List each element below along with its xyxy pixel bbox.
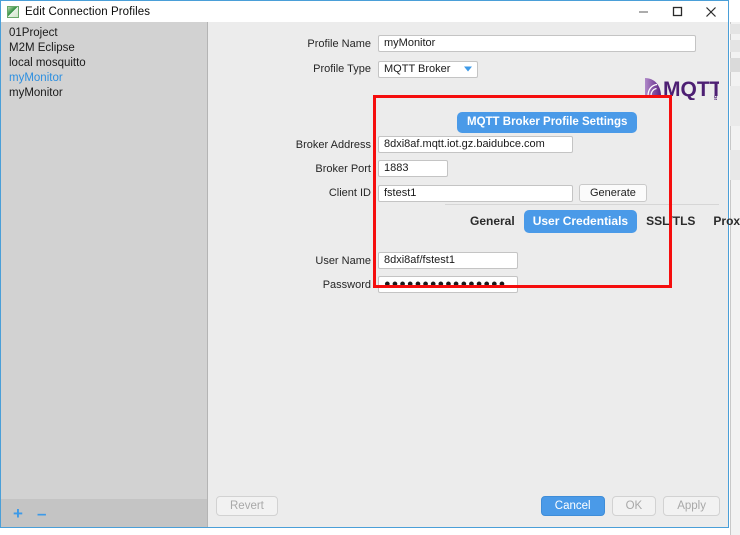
add-profile-button[interactable]: + bbox=[13, 505, 23, 522]
broker-address-row: Broker Address bbox=[208, 136, 728, 153]
close-button[interactable] bbox=[694, 1, 728, 22]
svg-text:org: org bbox=[712, 95, 718, 100]
broker-address-label: Broker Address bbox=[295, 138, 371, 151]
list-item[interactable]: local mosquitto bbox=[1, 56, 207, 71]
revert-button[interactable]: Revert bbox=[216, 496, 278, 516]
apply-button[interactable]: Apply bbox=[663, 496, 720, 516]
cancel-button[interactable]: Cancel bbox=[540, 496, 605, 516]
user-name-input[interactable] bbox=[378, 252, 518, 269]
mqtt-logo: MQTT org bbox=[644, 74, 719, 100]
dialog-footer: Revert Cancel OK Apply bbox=[208, 489, 728, 527]
profile-type-label: Profile Type bbox=[313, 62, 371, 75]
settings-tabs: General User Credentials SSL/TLS Proxy L… bbox=[461, 210, 740, 233]
password-label: Password bbox=[322, 278, 371, 291]
desktop-background: Edit Connection Profiles 01Project M2M E… bbox=[0, 0, 740, 535]
generate-button[interactable]: Generate bbox=[579, 184, 647, 202]
background-window-row bbox=[730, 24, 740, 34]
client-id-input[interactable] bbox=[378, 184, 573, 202]
section-divider bbox=[445, 204, 719, 205]
profile-type-value[interactable] bbox=[378, 61, 478, 78]
edit-connection-profiles-dialog: Edit Connection Profiles 01Project M2M E… bbox=[0, 0, 740, 528]
titlebar: Edit Connection Profiles bbox=[1, 1, 728, 23]
app-icon bbox=[7, 5, 19, 18]
background-window-titlebar bbox=[730, 0, 740, 22]
client-id-label: Client ID bbox=[328, 187, 371, 199]
user-name-label: User Name bbox=[315, 254, 371, 267]
client-id-row: Client ID Generate bbox=[208, 184, 728, 202]
editor-content: Profile Name Profile Type bbox=[208, 22, 740, 489]
profile-list[interactable]: 01Project M2M Eclipse local mosquitto my… bbox=[1, 22, 207, 499]
svg-text:MQTT: MQTT bbox=[663, 78, 719, 100]
profile-name-input[interactable] bbox=[378, 35, 696, 52]
list-item[interactable]: M2M Eclipse bbox=[1, 41, 207, 56]
maximize-button[interactable] bbox=[660, 1, 694, 22]
background-window-row bbox=[730, 86, 740, 126]
minimize-button[interactable] bbox=[626, 1, 660, 22]
profile-type-select[interactable] bbox=[378, 59, 478, 78]
user-credentials-form: User Name Password bbox=[208, 252, 728, 300]
background-window-row bbox=[730, 58, 740, 72]
dialog-body: 01Project M2M Eclipse local mosquitto my… bbox=[1, 22, 740, 527]
window-title: Edit Connection Profiles bbox=[25, 5, 151, 18]
broker-settings-form: Broker Address Broker Port Client ID Gen… bbox=[208, 136, 728, 209]
ok-button[interactable]: OK bbox=[611, 496, 657, 516]
profile-list-toolbar: + – bbox=[1, 499, 207, 527]
background-window-row bbox=[730, 40, 740, 52]
broker-port-input[interactable] bbox=[378, 160, 448, 177]
broker-port-label: Broker Port bbox=[315, 162, 371, 175]
password-row: Password bbox=[208, 276, 728, 293]
tab-user-credentials[interactable]: User Credentials bbox=[523, 210, 638, 233]
profile-name-label: Profile Name bbox=[307, 37, 371, 50]
list-item[interactable]: myMonitor bbox=[1, 86, 207, 101]
profiles-sidebar: 01Project M2M Eclipse local mosquitto my… bbox=[1, 22, 208, 527]
broker-port-row: Broker Port bbox=[208, 160, 728, 177]
profile-name-row: Profile Name bbox=[208, 35, 728, 52]
footer-actions: Cancel OK Apply bbox=[540, 496, 720, 516]
user-name-row: User Name bbox=[208, 252, 728, 269]
remove-profile-button[interactable]: – bbox=[37, 505, 46, 522]
profile-editor-pane: Profile Name Profile Type bbox=[208, 22, 740, 527]
broker-address-input[interactable] bbox=[378, 136, 573, 153]
tab-ssl-tls[interactable]: SSL/TLS bbox=[637, 210, 704, 233]
password-input[interactable] bbox=[378, 276, 518, 293]
list-item-selected[interactable]: myMonitor bbox=[1, 71, 207, 86]
background-window bbox=[730, 0, 740, 535]
background-window-row bbox=[730, 150, 740, 180]
tab-general[interactable]: General bbox=[461, 210, 524, 233]
list-item[interactable]: 01Project bbox=[1, 26, 207, 41]
section-badge: MQTT Broker Profile Settings bbox=[457, 112, 638, 133]
window-controls bbox=[626, 1, 728, 22]
tab-proxy[interactable]: Proxy bbox=[704, 210, 740, 233]
